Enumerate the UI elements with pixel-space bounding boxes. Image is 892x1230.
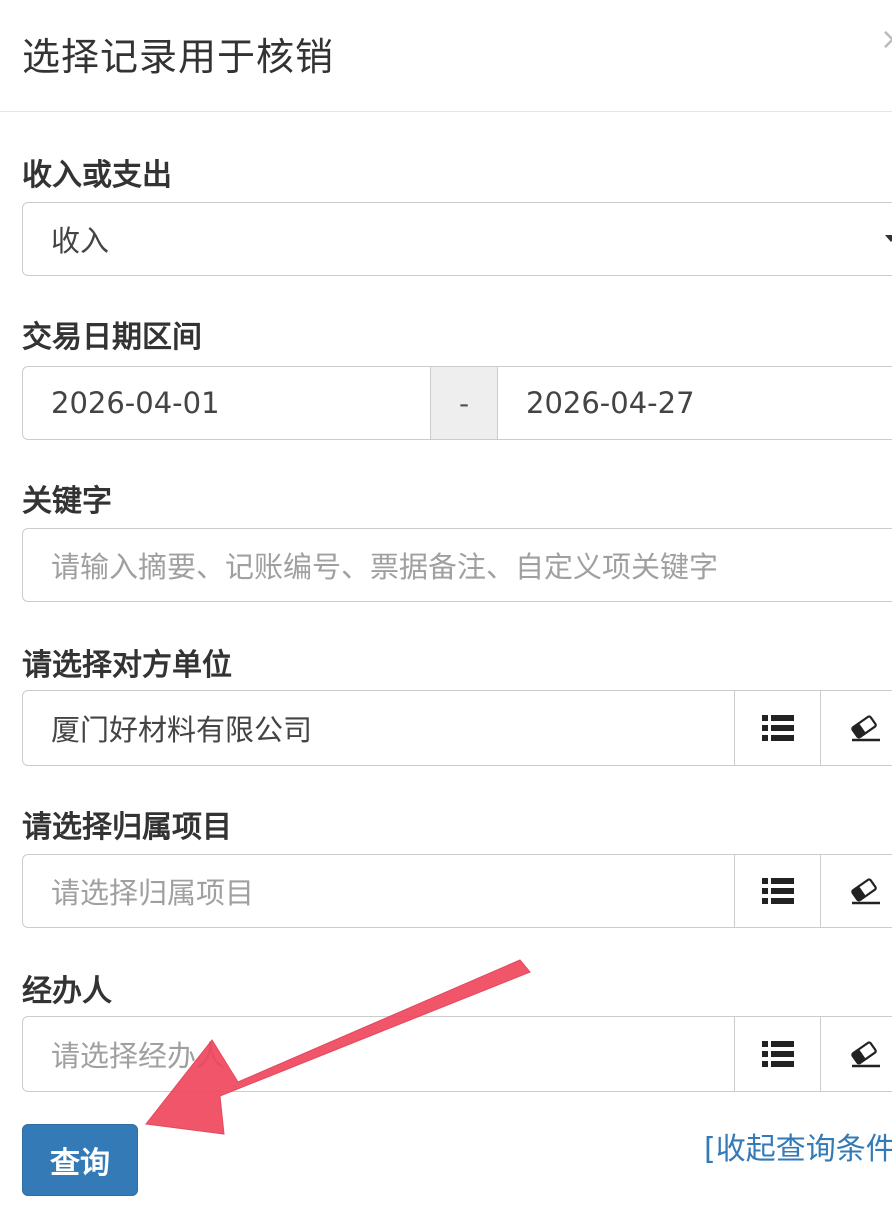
query-button[interactable]: 查询 (22, 1124, 138, 1196)
date-range-separator: - (430, 366, 498, 440)
keyword-placeholder: 请输入摘要、记账编号、票据备注、自定义项关键字 (51, 550, 719, 584)
type-select-value: 收入 (51, 224, 110, 258)
list-icon (761, 715, 794, 741)
close-icon[interactable]: × (880, 22, 892, 57)
dialog-header: 选择记录用于核销 × (0, 0, 892, 112)
list-icon (761, 878, 794, 904)
type-select[interactable]: 收入 (22, 202, 892, 276)
project-clear-button[interactable] (820, 854, 892, 928)
handler-input[interactable]: 请选择经办人 (22, 1016, 735, 1092)
counterparty-clear-button[interactable] (820, 690, 892, 766)
handler-clear-button[interactable] (820, 1016, 892, 1092)
handler-placeholder: 请选择经办人 (51, 1039, 226, 1073)
handler-list-button[interactable] (734, 1016, 821, 1092)
project-placeholder: 请选择归属项目 (51, 876, 255, 910)
list-icon (761, 1041, 794, 1067)
start-date-value: 2026-04-01 (51, 386, 220, 420)
counterparty-value: 厦门好材料有限公司 (51, 713, 313, 747)
handler-label: 经办人 (22, 974, 112, 1009)
counterparty-label: 请选择对方单位 (22, 648, 232, 683)
keyword-label: 关键字 (22, 484, 112, 519)
eraser-icon (851, 715, 880, 742)
project-list-button[interactable] (734, 854, 821, 928)
project-label: 请选择归属项目 (22, 810, 232, 845)
collapse-conditions-link[interactable]: [收起查询条件 (704, 1124, 892, 1168)
caret-down-icon (885, 235, 892, 242)
keyword-input[interactable]: 请输入摘要、记账编号、票据备注、自定义项关键字 (22, 528, 892, 602)
project-input[interactable]: 请选择归属项目 (22, 854, 735, 928)
end-date-input[interactable]: 2026-04-27 (497, 366, 892, 440)
type-label: 收入或支出 (22, 158, 172, 193)
counterparty-list-button[interactable] (734, 690, 821, 766)
date-range-label: 交易日期区间 (22, 320, 202, 355)
eraser-icon (851, 878, 880, 905)
end-date-value: 2026-04-27 (526, 386, 695, 420)
dialog-title: 选择记录用于核销 (22, 35, 335, 79)
counterparty-input[interactable]: 厦门好材料有限公司 (22, 690, 735, 766)
start-date-input[interactable]: 2026-04-01 (22, 366, 431, 440)
eraser-icon (851, 1041, 880, 1068)
